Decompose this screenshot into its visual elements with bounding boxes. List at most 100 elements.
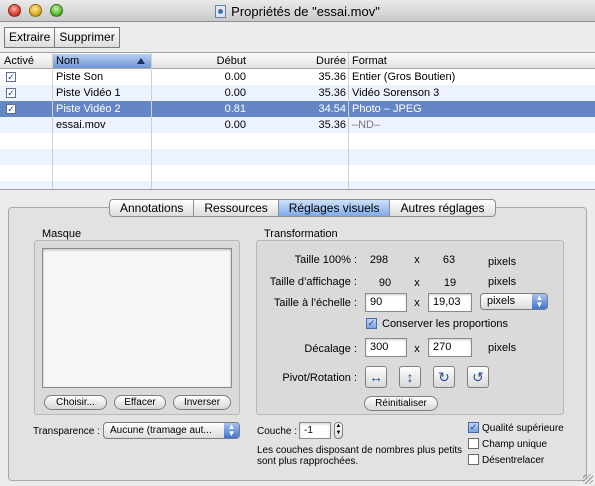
size100-width: 298 (369, 254, 389, 266)
display-width: 90 (378, 277, 392, 289)
tab-annotations[interactable]: Annotations (109, 199, 195, 217)
settings-tabs: Annotations Ressources Réglages visuels … (109, 199, 496, 217)
flip-vertical-icon[interactable]: ↕ (399, 366, 421, 388)
track-format: Photo – JPEG (352, 103, 422, 115)
size100-label: Taille 100% : (294, 254, 357, 266)
column-divider (151, 53, 152, 189)
layer-field[interactable]: -1 (299, 422, 331, 439)
sort-ascending-icon (137, 58, 145, 64)
track-duration: 35.36 (318, 119, 346, 131)
offset-unit: pixels (488, 342, 517, 354)
table-row[interactable]: ✓ Piste Vidéo 1 0.00 35.36 Vidéo Sorenso… (0, 85, 595, 101)
track-start: 0.00 (224, 71, 246, 83)
reset-button[interactable]: Réinitialiser (364, 396, 438, 411)
column-active[interactable]: Activé (4, 54, 52, 68)
clear-mask-button[interactable]: Effacer (114, 395, 166, 410)
choose-mask-button[interactable]: Choisir... (44, 395, 107, 410)
column-divider (348, 53, 349, 189)
column-start[interactable]: Début (152, 54, 246, 68)
window-title-area: Propriétés de "essai.mov" (0, 4, 595, 19)
track-format: –ND– (352, 119, 381, 131)
display-unit: pixels (488, 276, 517, 288)
display-size-label: Taille d’affichage : (269, 276, 357, 288)
resize-grip-icon[interactable] (583, 474, 593, 484)
offset-label: Décalage : (304, 343, 357, 355)
display-times: x (414, 277, 420, 289)
active-checkbox[interactable]: ✓ (6, 72, 16, 82)
table-header: Activé Nom Début Durée Format (0, 53, 595, 69)
track-name: Piste Son (56, 71, 104, 83)
track-name: Piste Vidéo 2 (56, 103, 121, 115)
active-checkbox[interactable]: ✓ (6, 88, 16, 98)
transparency-value: Aucune (tramage aut... (110, 425, 212, 436)
extract-button[interactable]: Extraire (4, 27, 56, 48)
track-table[interactable]: Activé Nom Début Durée Format ✓ Piste So… (0, 52, 595, 190)
rotate-left-icon[interactable]: ↺ (467, 366, 489, 388)
track-start: 0.00 (224, 119, 246, 131)
empty-row (0, 181, 595, 189)
empty-row (0, 149, 595, 165)
track-toolbar: Extraire Supprimer (4, 27, 120, 48)
table-row[interactable]: ✓ Piste Son 0.00 35.36 Entier (Gros Bout… (0, 69, 595, 85)
popup-arrows-icon: ▲ ▼ (224, 423, 239, 438)
track-start: 0.81 (224, 103, 246, 115)
column-format[interactable]: Format (352, 54, 592, 68)
rotate-right-icon[interactable]: ↻ (433, 366, 455, 388)
scale-width-field[interactable]: 90 (365, 293, 407, 312)
empty-row (0, 165, 595, 181)
column-name[interactable]: Nom (53, 54, 151, 68)
deinterlace-checkbox[interactable] (468, 454, 479, 465)
movie-document-icon (215, 5, 227, 18)
transform-group-title: Transformation (264, 228, 338, 240)
offset-x-field[interactable]: 300 (365, 338, 407, 357)
flip-horizontal-icon[interactable]: ↔ (365, 366, 387, 388)
size100-height: 63 (442, 254, 456, 266)
tab-visual-settings[interactable]: Réglages visuels (278, 199, 391, 217)
invert-mask-button[interactable]: Inverser (173, 395, 231, 410)
column-duration[interactable]: Durée (250, 54, 346, 68)
track-duration: 35.36 (318, 71, 346, 83)
offset-times: x (414, 343, 420, 355)
delete-button[interactable]: Supprimer (55, 27, 120, 48)
scale-unit-popup[interactable]: pixels ▲ ▼ (480, 293, 548, 310)
scale-times: x (414, 297, 420, 309)
active-checkbox[interactable]: ✓ (6, 104, 16, 114)
offset-y-field[interactable]: 270 (428, 338, 472, 357)
tab-other-settings[interactable]: Autres réglages (390, 199, 496, 217)
display-height: 19 (443, 277, 457, 289)
column-name-label: Nom (56, 55, 80, 67)
single-field-checkbox[interactable] (468, 438, 479, 449)
scale-height-field[interactable]: 19,03 (428, 293, 472, 312)
layer-help-text: Les couches disposant de nombres plus pe… (257, 445, 463, 467)
deinterlace-label[interactable]: Désentrelacer (482, 455, 544, 466)
table-row[interactable]: essai.mov 0.00 35.36 –ND– (0, 117, 595, 133)
pivot-rotation-label: Pivot/Rotation : (282, 372, 357, 384)
mask-group-title: Masque (42, 228, 82, 240)
track-name: Piste Vidéo 1 (56, 87, 121, 99)
popup-arrows-icon: ▲ ▼ (532, 294, 547, 309)
single-field-label[interactable]: Champ unique (482, 439, 547, 450)
layer-stepper[interactable]: ▲ ▼ (334, 422, 343, 439)
column-divider (52, 53, 53, 189)
layer-label: Couche : (257, 426, 298, 437)
mask-preview (42, 248, 232, 388)
keep-proportions-checkbox[interactable]: ✓ (366, 318, 377, 329)
window-title: Propriétés de "essai.mov" (231, 4, 380, 19)
size100-times: x (414, 254, 420, 266)
high-quality-checkbox[interactable]: ✓ (468, 422, 479, 433)
transparency-popup[interactable]: Aucune (tramage aut... ▲ ▼ (103, 422, 240, 439)
track-duration: 35.36 (318, 87, 346, 99)
track-duration: 34.54 (318, 103, 346, 115)
track-start: 0.00 (224, 87, 246, 99)
high-quality-label[interactable]: Qualité supérieure (482, 423, 564, 434)
table-row[interactable]: ✓ Piste Vidéo 2 0.81 34.54 Photo – JPEG (0, 101, 595, 117)
title-bar[interactable]: Propriétés de "essai.mov" (0, 0, 595, 22)
properties-window: Propriétés de "essai.mov" Extraire Suppr… (0, 0, 595, 486)
scale-unit-value: pixels (487, 295, 516, 307)
keep-proportions-label[interactable]: Conserver les proportions (382, 318, 508, 330)
scale-size-label: Taille à l’échelle : (273, 297, 357, 309)
track-format: Entier (Gros Boutien) (352, 71, 456, 83)
transparency-label: Transparence : (33, 426, 100, 437)
tab-resources[interactable]: Ressources (194, 199, 279, 217)
track-format: Vidéo Sorenson 3 (352, 87, 440, 99)
